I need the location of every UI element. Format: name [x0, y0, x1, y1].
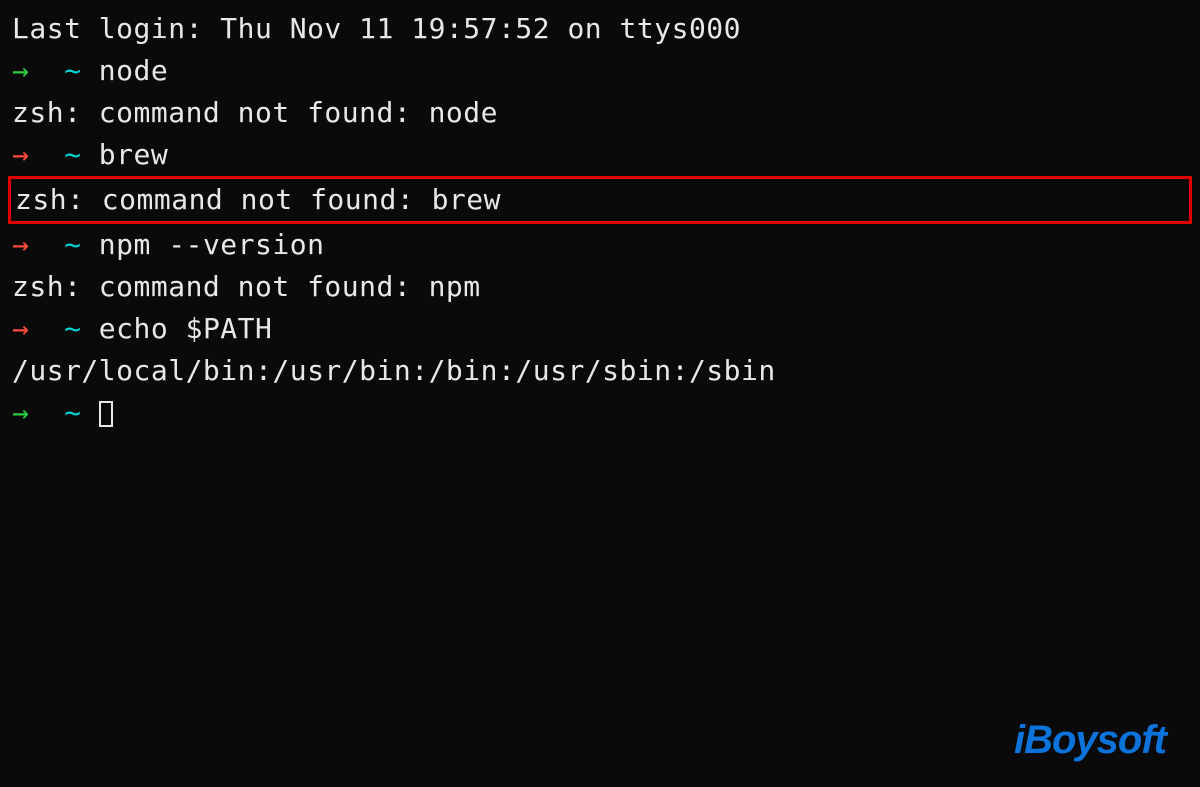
output-line-1: zsh: command not found: node	[12, 92, 1188, 134]
prompt-arrow-icon: →	[12, 312, 29, 345]
prompt-line-5[interactable]: → ~	[12, 392, 1188, 434]
prompt-arrow-icon: →	[12, 54, 29, 87]
prompt-line-4: → ~ echo $PATH	[12, 308, 1188, 350]
prompt-arrow-icon: →	[12, 228, 29, 261]
prompt-tilde-icon: ~	[64, 396, 81, 429]
terminal-window[interactable]: Last login: Thu Nov 11 19:57:52 on ttys0…	[12, 8, 1188, 434]
prompt-arrow-icon: →	[12, 138, 29, 171]
prompt-line-3: → ~ npm --version	[12, 224, 1188, 266]
prompt-tilde-icon: ~	[64, 54, 81, 87]
output-line-2-highlighted: zsh: command not found: brew	[8, 176, 1192, 224]
prompt-tilde-icon: ~	[64, 312, 81, 345]
command-text: brew	[99, 138, 168, 171]
command-text: node	[99, 54, 168, 87]
cursor-icon	[99, 401, 113, 427]
prompt-arrow-icon: →	[12, 396, 29, 429]
prompt-line-1: → ~ node	[12, 50, 1188, 92]
output-line-3: zsh: command not found: npm	[12, 266, 1188, 308]
prompt-tilde-icon: ~	[64, 228, 81, 261]
watermark-logo: iBoysoft	[1014, 718, 1166, 763]
last-login-line: Last login: Thu Nov 11 19:57:52 on ttys0…	[12, 8, 1188, 50]
output-line-4: /usr/local/bin:/usr/bin:/bin:/usr/sbin:/…	[12, 350, 1188, 392]
prompt-tilde-icon: ~	[64, 138, 81, 171]
command-text: npm --version	[99, 228, 325, 261]
prompt-line-2: → ~ brew	[12, 134, 1188, 176]
command-text: echo $PATH	[99, 312, 273, 345]
